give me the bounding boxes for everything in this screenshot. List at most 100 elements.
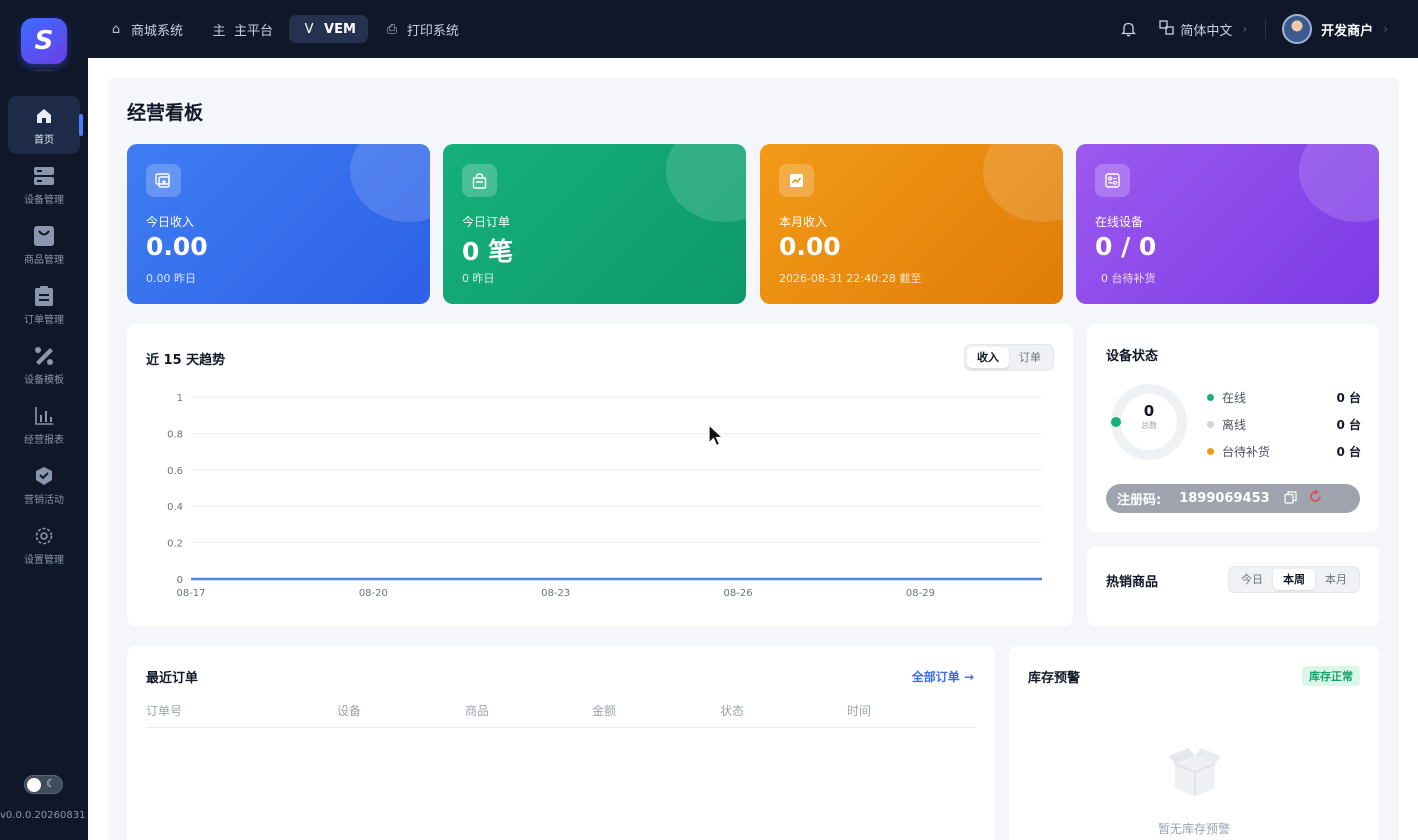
translate-icon (1159, 19, 1174, 39)
stat-card-today-orders[interactable]: 今日订单 0 笔 0 昨日 (443, 144, 746, 304)
sidebar-item-label: 设置管理 (24, 554, 64, 566)
device-legend: 在线 0 台 离线 0 台 台待补货 0 台 (1207, 384, 1361, 465)
stat-card-today-revenue[interactable]: 今日收入 0.00 0.00 昨日 (127, 144, 430, 304)
tab-label: 商城系统 (131, 23, 184, 39)
legend-value: 0 台 (1336, 445, 1361, 459)
mouse-cursor-icon (708, 424, 724, 447)
stat-subtext: 0 台待补货 (1101, 272, 1156, 285)
language-selector[interactable]: 简体中文 › (1159, 19, 1247, 39)
device-status-title: 设备状态 (1106, 349, 1159, 364)
card-decoration (983, 144, 1063, 222)
sidebar-item-label: 经营报表 (24, 434, 64, 446)
status-dot (1207, 448, 1214, 455)
empty-box-icon (1169, 748, 1221, 796)
dashboard: 经营看板 今日收入 0.00 0.00 昨日 今日订单 0 笔 0 昨日 本月收… (108, 78, 1399, 840)
sidebar-item-settings[interactable]: 设置管理 (8, 516, 80, 574)
registration-code: 注册码: 1899069453 (1106, 484, 1360, 513)
sidebar-item-home[interactable]: 首页 (8, 96, 83, 154)
recent-orders-title: 最近订单 (146, 671, 199, 686)
legend-value: 0 台 (1336, 391, 1361, 405)
promo-icon (33, 465, 55, 487)
bell-icon[interactable] (1119, 20, 1137, 38)
logo-divider (34, 70, 54, 71)
refresh-icon[interactable] (1309, 489, 1322, 507)
y-tick-label: 0 (177, 575, 183, 586)
y-tick-label: 0.6 (167, 466, 183, 477)
sidebar-item-orders[interactable]: 订单管理 (8, 276, 80, 334)
toggle-today[interactable]: 今日 (1231, 569, 1273, 590)
y-tick-label: 0.4 (167, 502, 183, 513)
stat-label: 今日订单 (462, 215, 511, 229)
all-orders-link[interactable]: 全部订单 → (912, 668, 974, 685)
stat-card-online-devices[interactable]: 在线设备 0 / 0 0 台待补货 (1076, 144, 1379, 304)
device-icon (33, 165, 55, 187)
legend-row-offline: 离线 0 台 (1207, 411, 1361, 438)
status-badge: 库存正常 (1302, 666, 1360, 686)
column-header: 设备 (337, 704, 362, 718)
stat-value: 0 笔 (462, 237, 514, 266)
stock-warning-title: 库存预警 (1028, 671, 1081, 686)
top-right-actions: 简体中文 › 开发商户 › (1119, 0, 1418, 58)
report-icon (33, 405, 55, 427)
x-tick-label: 08-17 (176, 588, 205, 599)
legend-value: 0 台 (1336, 418, 1361, 432)
tab-vem[interactable]: V VEM (289, 15, 368, 43)
sidebar: S 首页 设备管理 商品管理 订单管理 设备模板 经营报表 营销活动 设置管理 … (0, 0, 88, 840)
empty-state-text: 暂无库存预警 (1157, 822, 1230, 836)
stat-value: 0.00 (779, 232, 841, 261)
sidebar-item-devices[interactable]: 设备管理 (8, 156, 80, 214)
sidebar-item-label: 营销活动 (24, 494, 64, 506)
stat-label: 本月收入 (779, 215, 828, 229)
tab-main-platform[interactable]: 主 主平台 (199, 15, 285, 43)
sidebar-item-templates[interactable]: 设备模板 (8, 336, 80, 394)
legend-row-online: 在线 0 台 (1207, 384, 1361, 411)
y-tick-label: 0.8 (167, 429, 183, 440)
shopping-bag-icon (462, 164, 497, 197)
trend-card: 近 15 天趋势 收入 订单 0 0.2 0.4 0.6 0.8 1 08-17 08-20 0… (127, 324, 1073, 626)
app-version: v0.0.0.20260831 (0, 810, 86, 821)
y-tick-label: 1 (177, 393, 183, 404)
tab-label: 打印系统 (406, 23, 459, 39)
toggle-this-month[interactable]: 本月 (1315, 569, 1357, 590)
theme-toggle[interactable]: ☾ (24, 775, 63, 794)
copy-icon[interactable] (1284, 490, 1297, 507)
sidebar-item-label: 设备管理 (24, 194, 64, 206)
printer-icon: ⎙ (386, 21, 398, 37)
stat-value: 0.00 (146, 232, 208, 261)
toggle-this-week[interactable]: 本周 (1273, 569, 1315, 590)
avatar (1282, 14, 1313, 44)
sidebar-item-label: 设备模板 (24, 374, 64, 386)
recent-orders-card: 最近订单 全部订单 → 订单号 设备 商品 金额 状态 时间 (127, 646, 995, 840)
tab-print-system[interactable]: ⎙ 打印系统 (372, 15, 471, 43)
status-dot (1207, 421, 1214, 428)
reg-code-value: 1899069453 (1179, 491, 1270, 506)
template-icon (33, 345, 55, 367)
hot-products-card: 热销商品 今日 本周 本月 (1087, 546, 1379, 626)
column-header: 金额 (592, 704, 617, 718)
app-logo[interactable]: S (21, 18, 67, 64)
moon-icon: ☾ (46, 777, 56, 790)
user-menu[interactable]: 开发商户 › (1282, 14, 1388, 44)
y-tick-label: 0.2 (167, 539, 183, 550)
home-icon (33, 105, 55, 127)
x-tick-label: 08-26 (724, 588, 753, 599)
stat-card-month-revenue[interactable]: 本月收入 0.00 2026-08-31 22:40:28 截至 (760, 144, 1063, 304)
sidebar-item-products[interactable]: 商品管理 (8, 216, 80, 274)
legend-row-restock: 台待补货 0 台 (1207, 438, 1361, 465)
stat-subtext: 2026-08-31 22:40:28 截至 (779, 272, 922, 285)
tab-store-system[interactable]: ⌂ 商城系统 (96, 15, 195, 43)
sidebar-item-reports[interactable]: 经营报表 (8, 396, 80, 454)
reg-code-label: 注册码: (1117, 493, 1162, 508)
legend-label: 离线 (1222, 418, 1247, 432)
card-decoration (1299, 144, 1379, 222)
device-status-card: 设备状态 0 总数 在线 0 台 离线 0 台 台待补货 0 台 注册码: 18… (1087, 324, 1379, 532)
device-status-icon (1095, 164, 1130, 197)
top-bar: ⌂ 商城系统 主 主平台 V VEM ⎙ 打印系统 简体中文 › 开发商户 › (88, 0, 1418, 58)
stat-label: 今日收入 (146, 215, 195, 229)
x-tick-label: 08-29 (906, 588, 935, 599)
sidebar-item-label: 订单管理 (24, 314, 64, 326)
device-total-label: 总数 (1141, 421, 1157, 430)
sidebar-item-promotions[interactable]: 营销活动 (8, 456, 80, 514)
chart-icon (779, 164, 814, 197)
card-decoration (666, 144, 746, 222)
